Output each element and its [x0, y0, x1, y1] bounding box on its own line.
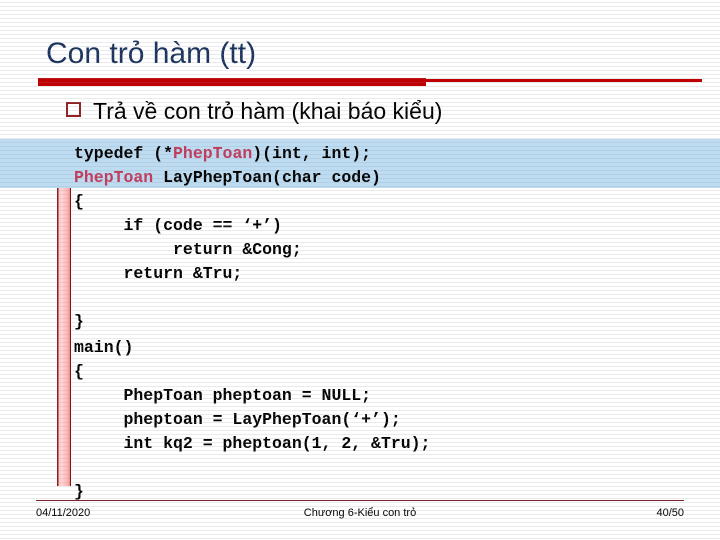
code-text: typedef (*	[74, 144, 174, 163]
code-type-token: PhepToan	[173, 144, 253, 163]
code-line: if (code == ‘+’)	[74, 214, 381, 238]
code-text: return &Tru;	[74, 264, 243, 283]
code-text: LayPhepToan(char code)	[153, 168, 381, 187]
code-text: }	[74, 312, 84, 331]
footer-page-number: 40/50	[656, 507, 684, 519]
code-line: {	[74, 360, 430, 384]
slide-footer: 04/11/2020 Chương 6-Kiểu con trỏ 40/50	[36, 505, 684, 523]
code-type-token: PhepToan	[74, 168, 154, 187]
code-line: PhepToan LayPhepToan(char code)	[74, 166, 381, 190]
code-line: return &Cong;	[74, 238, 381, 262]
square-bullet-icon	[66, 102, 81, 117]
code-line: int kq2 = pheptoan(1, 2, &Tru);	[74, 432, 431, 456]
code-text: if (code == ‘+’)	[74, 216, 282, 235]
code-line: pheptoan = LayPhepToan(‘+’);	[74, 408, 430, 432]
vertical-accent-bar	[57, 140, 71, 486]
code-text: return &Cong;	[74, 240, 302, 259]
code-line: typedef (*PhepToan)(int, int);	[74, 142, 381, 166]
page-title: Con trỏ hàm (tt)	[46, 37, 257, 70]
code-text: int kq2 = pheptoan(1, 2, &Tru);	[74, 434, 431, 453]
code-line: PhepToan pheptoan = NULL;	[74, 384, 430, 408]
code-text: PhepToan pheptoan = NULL;	[74, 386, 372, 405]
code-text: {	[74, 192, 84, 211]
footer-chapter: Chương 6-Kiểu con trỏ	[303, 507, 417, 519]
bullet-item-label: Trả về con trỏ hàm (khai báo kiểu)	[93, 98, 443, 124]
bullet-item: Trả về con trỏ hàm (khai báo kiểu)	[66, 97, 442, 125]
code-text: }	[74, 482, 84, 501]
code-text: pheptoan = LayPhepToan(‘+’);	[74, 410, 401, 429]
code-line: }	[74, 310, 381, 334]
title-underline-thin	[426, 79, 702, 82]
code-block-main: main() { PhepToan pheptoan = NULL; phepto…	[74, 336, 430, 504]
code-text: {	[74, 362, 84, 381]
code-text: main()	[74, 338, 134, 357]
code-line: }	[74, 480, 430, 504]
code-line: {	[74, 190, 381, 214]
slide-canvas: Con trỏ hàm (tt) Trả về con trỏ hàm (kha…	[0, 0, 720, 540]
code-text: )(int, int);	[252, 144, 372, 163]
title-underline-thick	[38, 78, 426, 86]
code-block-typedef: typedef (*PhepToan)(int, int); PhepToan L…	[74, 142, 381, 334]
code-line: main()	[74, 336, 430, 360]
code-line: return &Tru;	[74, 262, 381, 286]
